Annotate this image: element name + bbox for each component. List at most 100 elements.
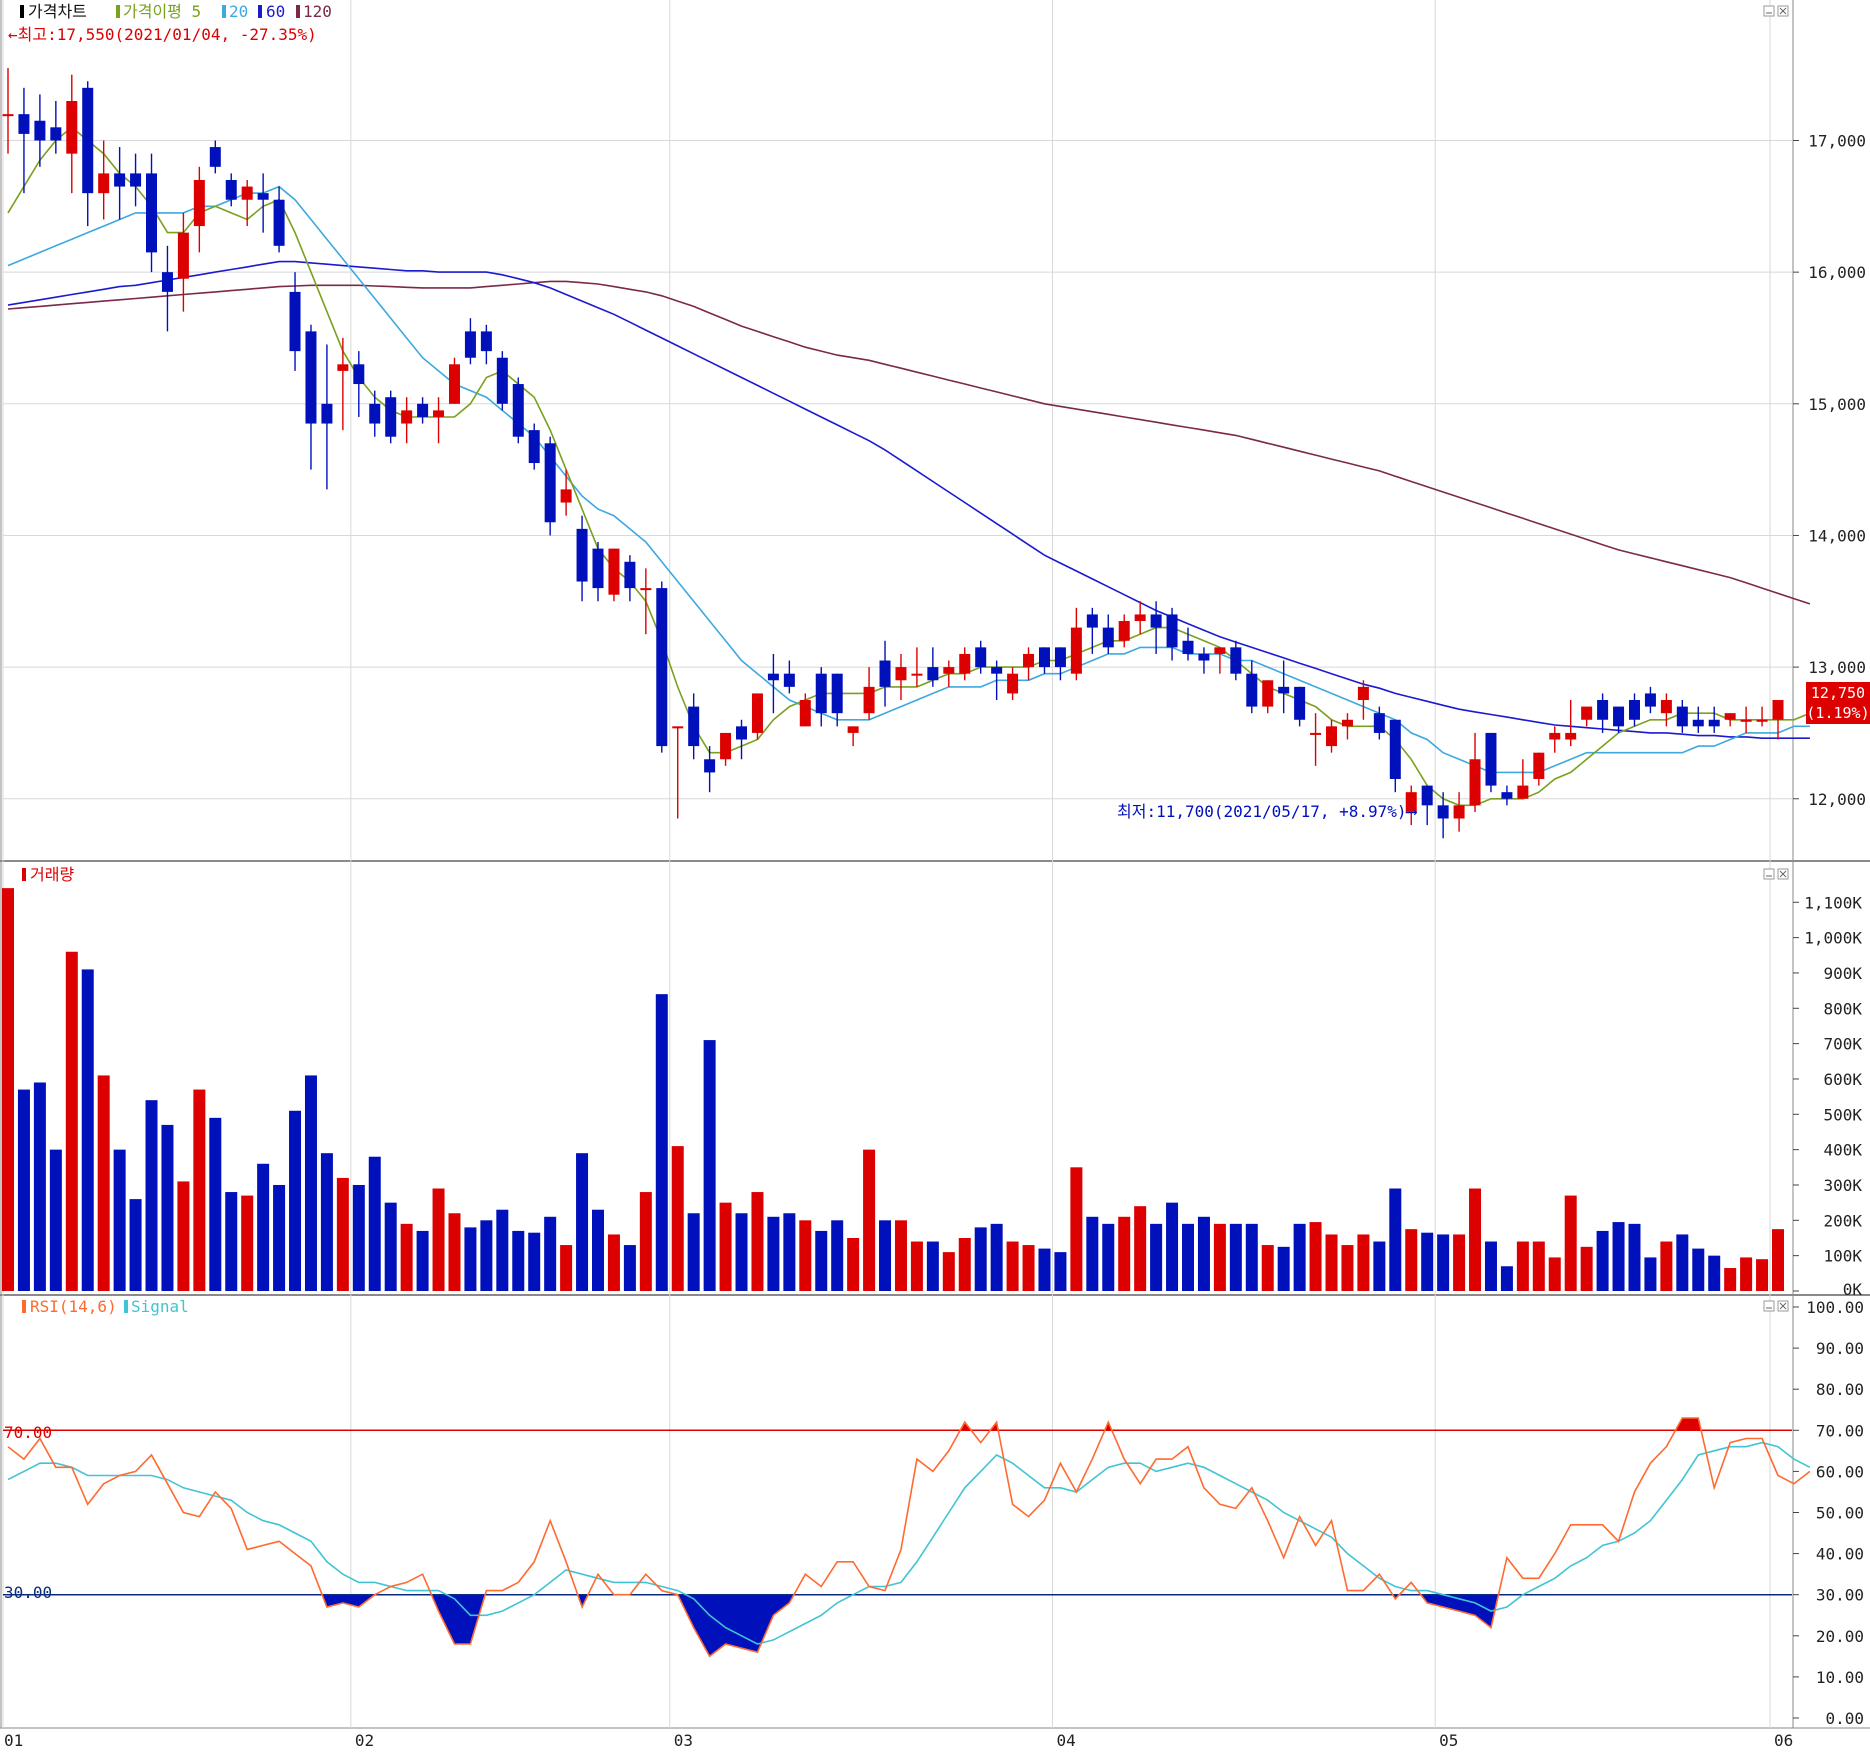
candle[interactable] [544,436,556,536]
volume-bar[interactable] [209,1117,222,1291]
volume-bar[interactable] [1277,1246,1290,1291]
candle[interactable] [496,351,508,411]
volume-bar[interactable] [1740,1257,1753,1291]
volume-bar[interactable] [1724,1268,1737,1291]
volume-bar[interactable] [1612,1222,1625,1291]
volume-bar[interactable] [751,1192,764,1291]
volume-bar[interactable] [1197,1216,1210,1291]
volume-bar[interactable] [1532,1241,1545,1291]
volume-bar[interactable] [81,969,94,1291]
volume-bar[interactable] [671,1146,684,1291]
candle[interactable] [385,390,397,444]
volume-bar[interactable] [735,1213,748,1291]
volume-bar[interactable] [1150,1223,1163,1291]
volume-bar[interactable] [1213,1223,1226,1291]
volume-bar[interactable] [703,1040,716,1291]
volume-bar[interactable] [1708,1255,1721,1291]
volume-bar[interactable] [1086,1216,1099,1291]
volume-bar[interactable] [145,1100,158,1291]
volume-bar[interactable] [384,1202,397,1291]
volume-bar[interactable] [496,1209,509,1291]
volume-bar[interactable] [1580,1246,1593,1291]
volume-bar[interactable] [2,888,14,1291]
volume-bar[interactable] [910,1241,923,1291]
candle[interactable] [1485,732,1497,793]
panel-close-icon[interactable] [1777,5,1789,17]
volume-bar[interactable] [1660,1241,1673,1291]
volume-bar[interactable] [1644,1257,1657,1291]
volume-bar[interactable] [1437,1234,1450,1291]
volume-bar[interactable] [257,1163,270,1291]
volume-bar[interactable] [576,1153,589,1291]
volume-bar[interactable] [1548,1257,1561,1291]
volume-bar[interactable] [1421,1232,1434,1291]
volume-bar[interactable] [863,1149,876,1291]
volume-bar[interactable] [1484,1241,1497,1291]
volume-bar[interactable] [289,1110,302,1291]
volume-bar[interactable] [1341,1245,1354,1291]
volume-bar[interactable] [65,951,78,1291]
volume-bar[interactable] [990,1223,1003,1291]
volume-bar[interactable] [1261,1245,1274,1291]
volume-bar[interactable] [1309,1222,1322,1291]
volume-bar[interactable] [1405,1229,1418,1291]
volume-bar[interactable] [1453,1234,1466,1291]
volume-bar[interactable] [592,1209,604,1291]
volume-bar[interactable] [33,1082,46,1292]
volume-bar[interactable] [1134,1206,1147,1291]
candle[interactable] [448,357,460,404]
volume-bar[interactable] [336,1177,349,1291]
volume-bar[interactable] [1022,1245,1035,1291]
volume-bar[interactable] [97,1075,110,1291]
volume-bar[interactable] [320,1153,333,1291]
panel-minimize-icon[interactable] [1763,5,1775,17]
volume-bar[interactable] [926,1241,939,1291]
volume-bar[interactable] [49,1149,62,1291]
volume-bar[interactable] [1118,1216,1131,1291]
volume-bar[interactable] [1245,1223,1258,1291]
volume-bar[interactable] [1596,1230,1609,1291]
volume-bar[interactable] [831,1220,844,1291]
volume-bar[interactable] [113,1149,126,1291]
volume-bar[interactable] [942,1252,955,1291]
volume-bar[interactable] [1516,1241,1529,1291]
volume-bar[interactable] [1469,1188,1482,1291]
volume-bar[interactable] [352,1184,365,1291]
volume-bar[interactable] [719,1202,732,1291]
volume-bar[interactable] [560,1245,573,1291]
volume-bar[interactable] [448,1213,461,1291]
volume-bar[interactable] [129,1199,142,1291]
volume-bar[interactable] [879,1220,892,1291]
volume-bar[interactable] [512,1230,525,1291]
volume-bar[interactable] [400,1223,413,1291]
volume-bar[interactable] [1054,1252,1067,1291]
volume-bar[interactable] [17,1089,30,1291]
volume-bar[interactable] [225,1192,238,1291]
volume-bar[interactable] [847,1237,860,1291]
volume-bar[interactable] [1166,1202,1179,1291]
volume-bar[interactable] [894,1220,907,1291]
volume-bar[interactable] [193,1089,206,1291]
volume-bar[interactable] [687,1213,700,1291]
volume-bar[interactable] [480,1220,493,1291]
volume-bar[interactable] [1389,1188,1402,1291]
volume-bar[interactable] [655,994,668,1291]
volume-bar[interactable] [958,1237,971,1291]
volume-bar[interactable] [1229,1223,1242,1291]
volume-bar[interactable] [1293,1223,1306,1291]
volume-bar[interactable] [815,1230,828,1291]
volume-bar[interactable] [241,1195,254,1291]
volume-bar[interactable] [607,1234,620,1291]
volume-bar[interactable] [528,1232,541,1291]
panel-minimize-icon[interactable] [1763,1300,1775,1312]
volume-bar[interactable] [1070,1167,1083,1291]
volume-bar[interactable] [1628,1223,1641,1291]
volume-bar[interactable] [623,1245,636,1291]
candle[interactable] [608,548,620,602]
volume-bar[interactable] [767,1216,780,1291]
volume-bar[interactable] [161,1124,174,1291]
volume-bar[interactable] [783,1213,796,1291]
volume-bar[interactable] [177,1181,190,1291]
volume-bar[interactable] [304,1075,317,1291]
volume-bar[interactable] [1676,1234,1689,1291]
